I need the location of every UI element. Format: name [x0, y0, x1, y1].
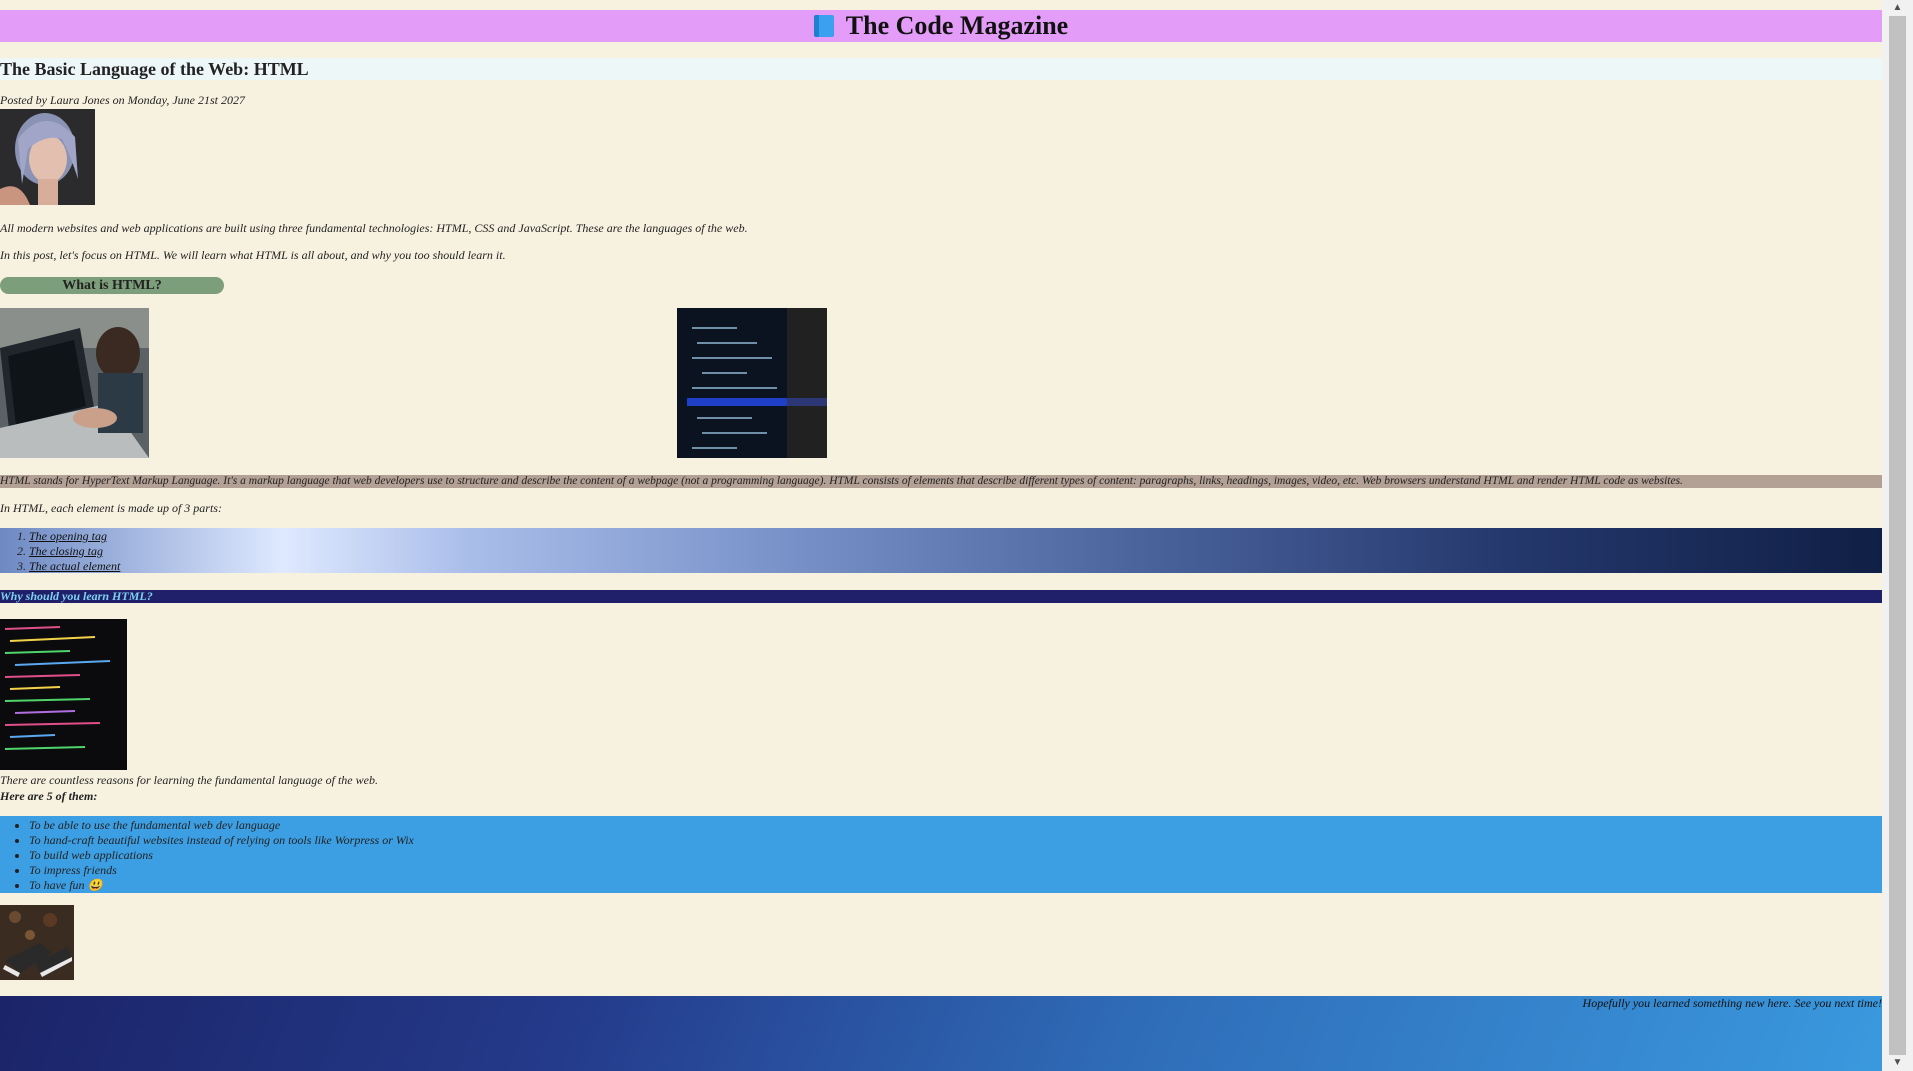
- sneakers-image: [0, 905, 74, 980]
- part-link-closing-tag[interactable]: The closing tag: [29, 544, 103, 558]
- section-heading-what: What is HTML?: [0, 277, 224, 294]
- developer-laptop-image: [0, 308, 149, 458]
- intro-paragraph-2: In this post, let's focus on HTML. We wi…: [0, 248, 506, 262]
- vertical-scrollbar[interactable]: ▲ ▼: [1882, 0, 1913, 1071]
- list-item: The actual element: [29, 559, 1882, 574]
- scroll-thumb[interactable]: [1889, 16, 1906, 1055]
- why-paragraph: There are countless reasons for learning…: [0, 773, 378, 787]
- parts-intro: In HTML, each element is made up of 3 pa…: [0, 501, 222, 515]
- post-meta: Posted by Laura Jones on Monday, June 21…: [0, 93, 245, 107]
- section-heading-why: Why should you learn HTML?: [0, 590, 1882, 603]
- list-item: To hand-craft beautiful websites instead…: [29, 833, 1882, 848]
- site-header: The Code Magazine: [0, 10, 1882, 42]
- list-item: The closing tag: [29, 544, 1882, 559]
- scroll-down-arrow-icon[interactable]: ▼: [1882, 1055, 1913, 1071]
- element-parts-list: The opening tag The closing tag The actu…: [0, 528, 1882, 573]
- part-link-actual-element[interactable]: The actual element: [29, 559, 120, 573]
- list-item: To build web applications: [29, 848, 1882, 863]
- book-icon: [813, 15, 834, 37]
- author-avatar: [0, 109, 95, 205]
- reasons-list: To be able to use the fundamental web de…: [0, 816, 1882, 893]
- scroll-up-arrow-icon[interactable]: ▲: [1882, 0, 1913, 16]
- post-title: The Basic Language of the Web: HTML: [0, 58, 1882, 80]
- list-item: To be able to use the fundamental web de…: [29, 818, 1882, 833]
- site-title: The Code Magazine: [845, 11, 1069, 40]
- list-item: To impress friends: [29, 863, 1882, 878]
- intro-paragraph-1: All modern websites and web applications…: [0, 221, 748, 235]
- list-item: To have fun 😃: [29, 878, 1882, 893]
- page: The Code Magazine The Basic Language of …: [0, 0, 1882, 1071]
- reasons-lead: Here are 5 of them:: [0, 789, 98, 803]
- neon-code-image: [0, 619, 127, 770]
- definition-paragraph: HTML stands for HyperText Markup Languag…: [0, 475, 1882, 488]
- site-footer: Hopefully you learned something new here…: [0, 996, 1882, 1071]
- list-item: The opening tag: [29, 529, 1882, 544]
- footer-text: Hopefully you learned something new here…: [1582, 996, 1882, 1010]
- part-link-opening-tag[interactable]: The opening tag: [29, 529, 107, 543]
- code-screen-image: [677, 308, 827, 458]
